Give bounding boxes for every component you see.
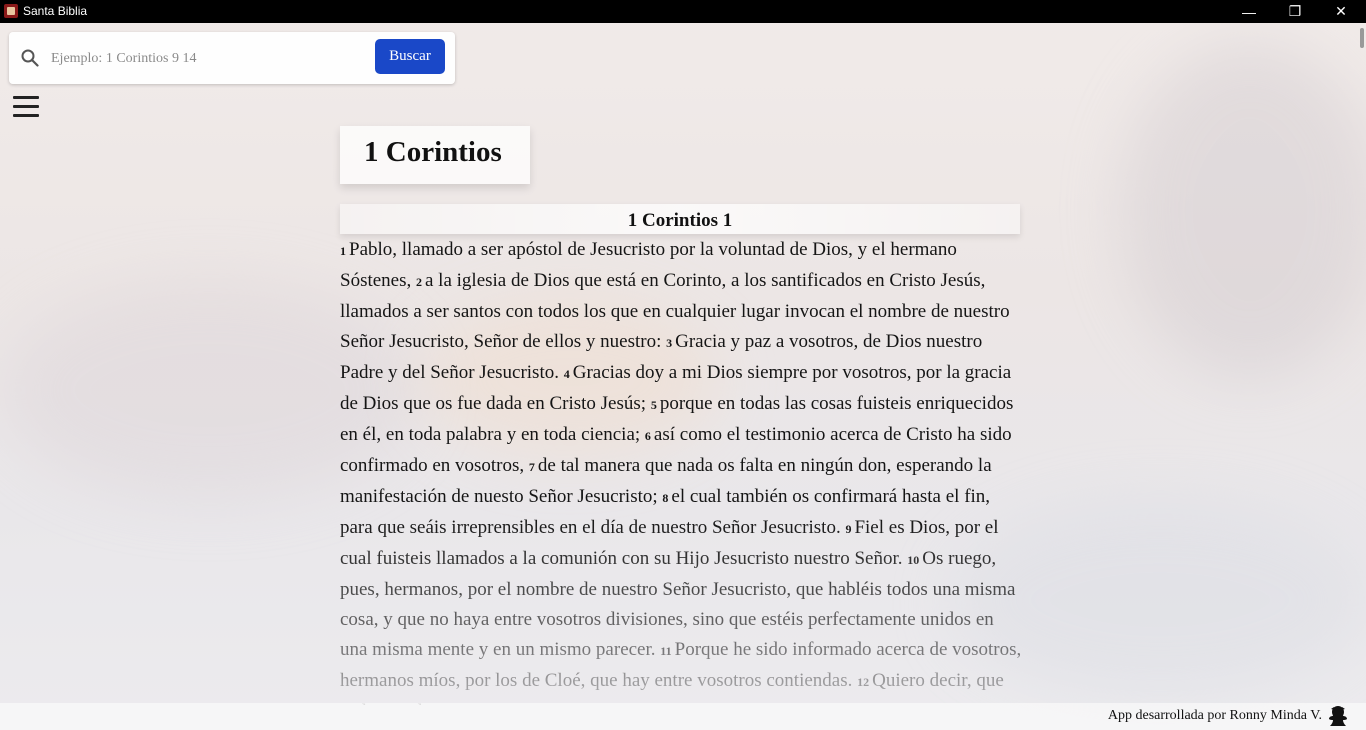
verse-number: 2 [416,275,422,289]
verse-number: 10 [907,553,920,567]
verse-number: 11 [660,644,672,658]
chapter-title: 1 Corintios 1 [627,210,733,231]
hamburger-menu-icon[interactable] [13,96,39,118]
verse-number: 5 [650,398,657,412]
scrollbar[interactable] [1358,24,1366,703]
developer-avatar-icon [1329,706,1347,726]
book-title: 1 Corintios [364,136,502,168]
verse-number: 1 [340,244,346,258]
footer: App desarrollada por Ronny Minda V. [0,703,1366,730]
search-bar: Buscar [9,32,455,84]
search-input[interactable] [49,46,373,72]
verse-number: 7 [528,460,535,474]
app-icon [4,4,18,18]
verse-number: 8 [662,491,669,505]
maximize-button[interactable]: ❐ [1272,0,1318,23]
search-icon [21,49,39,67]
title-bar: Santa Biblia — ❐ ✕ [0,0,1366,23]
verse-number: 12 [857,675,870,689]
close-button[interactable]: ✕ [1318,0,1364,23]
chapter-header: 1 Corintios 1 [340,204,1020,234]
developer-credit: App desarrollada por Ronny Minda V. [1107,708,1322,723]
minimize-button[interactable]: — [1226,0,1272,23]
window-title: Santa Biblia [23,4,88,18]
background-blur [1120,40,1366,380]
scrollbar-thumb[interactable] [1360,28,1364,48]
verse-number: 3 [666,336,673,350]
verse-number: 9 [845,522,852,536]
chapter-text: 1 Pablo, llamado a ser apóstol de Jesucri… [340,235,1024,705]
search-button[interactable]: Buscar [375,39,445,74]
verse-number: 6 [644,429,651,443]
verse-number: 4 [563,367,570,381]
book-header: 1 Corintios [340,126,530,184]
